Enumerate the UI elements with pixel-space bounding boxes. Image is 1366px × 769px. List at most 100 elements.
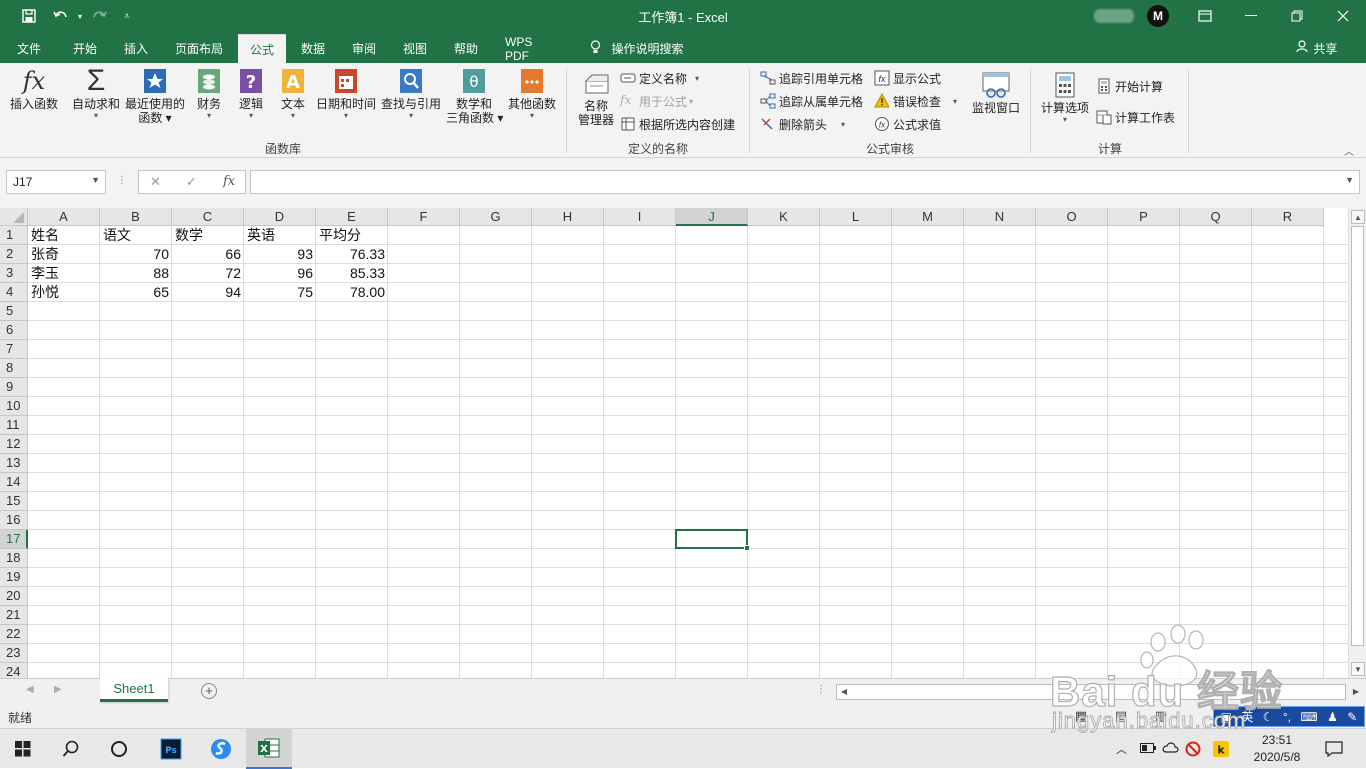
tab-wps-pdf[interactable]: WPS PDF	[495, 34, 567, 63]
logical-button[interactable]: ? 逻辑 ▾	[234, 67, 268, 121]
cell-b4[interactable]: 65	[100, 283, 172, 302]
save-icon[interactable]	[16, 0, 42, 32]
excel-taskbar-icon[interactable]: X	[246, 729, 292, 769]
cell-e4[interactable]: 78.00	[316, 283, 388, 302]
active-cell-selection[interactable]	[675, 529, 750, 551]
row-header-10[interactable]: 10	[0, 397, 28, 416]
share-button[interactable]: 共享	[1296, 40, 1337, 57]
add-sheet-icon[interactable]: +	[201, 683, 217, 699]
cortana-icon[interactable]	[96, 729, 142, 769]
autosum-button[interactable]: Σ 自动求和 ▾	[70, 66, 122, 121]
row-header-9[interactable]: 9	[0, 378, 28, 397]
cell-a1[interactable]: 姓名	[28, 226, 100, 245]
sogou-browser-icon[interactable]	[198, 729, 244, 769]
notification-center-icon[interactable]	[1325, 741, 1343, 760]
name-box[interactable]: J17 ▼	[6, 170, 106, 194]
undo-icon[interactable]	[48, 0, 74, 32]
drag-handle-icon[interactable]: ⋮	[117, 175, 127, 186]
tab-file[interactable]: 文件	[6, 34, 52, 63]
cell-e1[interactable]: 平均分	[316, 226, 388, 245]
cell-a2[interactable]: 张奇	[28, 245, 100, 264]
cell-b1[interactable]: 语文	[100, 226, 172, 245]
row-header-17[interactable]: 17	[0, 530, 28, 549]
tab-home[interactable]: 开始	[62, 34, 108, 63]
define-name-button[interactable]: 定义名称 ▾	[620, 68, 699, 88]
column-header-f[interactable]: F	[388, 208, 460, 226]
row-header-16[interactable]: 16	[0, 511, 28, 530]
column-header-h[interactable]: H	[532, 208, 604, 226]
cell-d3[interactable]: 96	[244, 264, 316, 283]
cell-c2[interactable]: 66	[172, 245, 244, 264]
restore-icon[interactable]	[1274, 0, 1320, 32]
column-header-p[interactable]: P	[1108, 208, 1180, 226]
column-header-r[interactable]: R	[1252, 208, 1324, 226]
row-header-11[interactable]: 11	[0, 416, 28, 435]
select-all-corner[interactable]	[0, 208, 28, 226]
next-sheet-icon[interactable]: ▶	[54, 684, 62, 695]
row-header-1[interactable]: 1	[0, 226, 28, 245]
row-header-20[interactable]: 20	[0, 587, 28, 606]
tray-overflow-icon[interactable]: ︿	[1116, 741, 1127, 757]
tab-split-handle-icon[interactable]: ⋮	[816, 684, 826, 695]
row-header-5[interactable]: 5	[0, 302, 28, 321]
ribbon-display-options-icon[interactable]	[1182, 0, 1228, 32]
date-time-button[interactable]: 日期和时间 ▾	[314, 67, 378, 121]
minimize-icon[interactable]	[1228, 0, 1274, 32]
tab-data[interactable]: 数据	[290, 34, 336, 63]
row-header-18[interactable]: 18	[0, 549, 28, 568]
column-header-l[interactable]: L	[820, 208, 892, 226]
insert-function-button[interactable]: fx 插入函数	[6, 67, 62, 111]
horizontal-scrollbar[interactable]: ◀ ▶	[836, 684, 1359, 700]
cell-a3[interactable]: 李玉	[28, 264, 100, 283]
tab-formulas[interactable]: 公式	[238, 34, 286, 63]
row-header-19[interactable]: 19	[0, 568, 28, 587]
row-header-8[interactable]: 8	[0, 359, 28, 378]
row-header-4[interactable]: 4	[0, 283, 28, 302]
column-header-o[interactable]: O	[1036, 208, 1108, 226]
calculate-now-button[interactable]: 开始计算	[1096, 76, 1163, 96]
column-header-j[interactable]: J	[676, 208, 748, 226]
name-manager-button[interactable]: 名称 管理器	[574, 73, 618, 127]
expand-formula-bar-icon[interactable]: ▼	[1345, 175, 1354, 185]
trace-precedents-button[interactable]: 追踪引用单元格	[760, 68, 863, 88]
insert-function-fx-icon[interactable]: fx	[223, 174, 235, 189]
collapse-ribbon-icon[interactable]: ︿	[1344, 143, 1354, 158]
cancel-icon[interactable]: ✕	[150, 174, 161, 190]
column-header-q[interactable]: Q	[1180, 208, 1252, 226]
column-header-n[interactable]: N	[964, 208, 1036, 226]
watch-window-button[interactable]: 监视窗口	[968, 71, 1024, 115]
remove-arrows-button[interactable]: 删除箭头 ▾	[760, 114, 845, 134]
scroll-left-icon[interactable]: ◀	[837, 685, 851, 699]
row-header-12[interactable]: 12	[0, 435, 28, 454]
cell-a4[interactable]: 孙悦	[28, 283, 100, 302]
row-header-13[interactable]: 13	[0, 454, 28, 473]
row-header-14[interactable]: 14	[0, 473, 28, 492]
fill-handle[interactable]	[744, 545, 750, 551]
cell-e2[interactable]: 76.33	[316, 245, 388, 264]
row-header-3[interactable]: 3	[0, 264, 28, 283]
text-button[interactable]: A 文本 ▾	[276, 67, 310, 121]
row-header-24[interactable]: 24	[0, 663, 28, 678]
column-header-k[interactable]: K	[748, 208, 820, 226]
column-header-a[interactable]: A	[28, 208, 100, 226]
photoshop-icon[interactable]: Ps	[148, 729, 194, 769]
close-icon[interactable]	[1320, 0, 1366, 32]
row-header-21[interactable]: 21	[0, 606, 28, 625]
column-header-c[interactable]: C	[172, 208, 244, 226]
create-from-selection-button[interactable]: 根据所选内容创建	[620, 114, 735, 134]
column-header-d[interactable]: D	[244, 208, 316, 226]
undo-dropdown-icon[interactable]: ▾	[74, 0, 86, 32]
cell-d2[interactable]: 93	[244, 245, 316, 264]
page-break-view-icon[interactable]: ▥	[1152, 708, 1170, 724]
prev-sheet-icon[interactable]: ◀	[26, 684, 34, 695]
financial-button[interactable]: 财务 ▾	[192, 67, 226, 121]
column-header-e[interactable]: E	[316, 208, 388, 226]
user-avatar[interactable]: M	[1147, 5, 1169, 27]
tab-review[interactable]: 审阅	[341, 34, 387, 63]
lookup-reference-button[interactable]: 查找与引用 ▾	[380, 67, 442, 121]
blocked-icon[interactable]	[1185, 741, 1201, 760]
column-header-m[interactable]: M	[892, 208, 964, 226]
cell-c3[interactable]: 72	[172, 264, 244, 283]
cell-b3[interactable]: 88	[100, 264, 172, 283]
search-icon[interactable]	[48, 729, 94, 769]
